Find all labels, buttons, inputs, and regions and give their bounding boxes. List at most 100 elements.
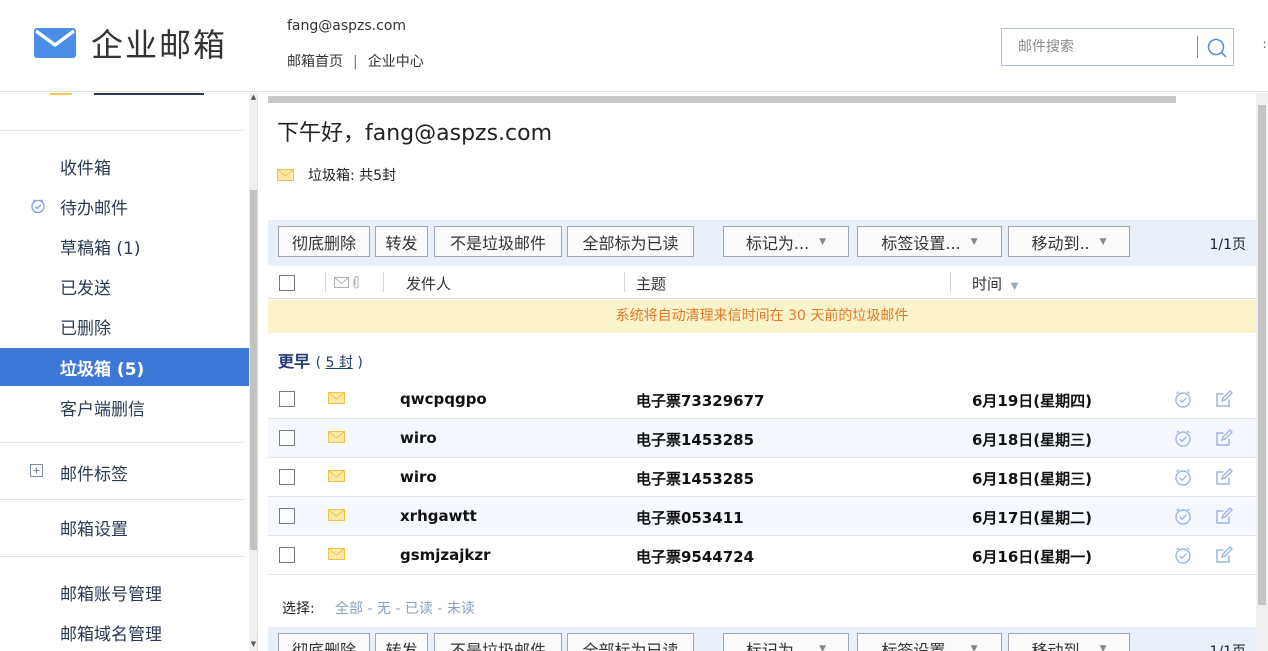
sidebar-item-account-management[interactable]: 邮箱账号管理 [0, 573, 249, 611]
header: 企业邮箱 fang@aspzs.com 邮箱首页 | 企业中心 ∶ [0, 0, 1268, 92]
envelope-icon [328, 470, 345, 482]
sidebar-divider [0, 556, 245, 557]
table-row[interactable]: gsmjzajkzr 电子票9544724 6月16日(星期一) [268, 536, 1256, 575]
contacts-icon [50, 93, 204, 95]
row-checkbox[interactable] [279, 508, 295, 524]
table-row[interactable]: wiro 电子票1453285 6月18日(星期三) [268, 458, 1256, 497]
row-time: 6月18日(星期三) [972, 431, 1093, 449]
row-checkbox[interactable] [279, 547, 295, 563]
sidebar-item-mail-tags[interactable]: 邮件标签 [0, 453, 249, 491]
folder-summary-text: 垃圾箱: 共5封 [308, 168, 397, 184]
todo-reminder-icon[interactable] [1173, 428, 1193, 448]
row-time: 6月19日(星期四) [972, 392, 1093, 410]
row-checkbox[interactable] [279, 469, 295, 485]
mark-all-read-button[interactable]: 全部标为已读 [567, 633, 694, 651]
edit-note-icon[interactable] [1214, 467, 1234, 487]
edit-note-icon[interactable] [1214, 545, 1234, 565]
column-separator [950, 272, 951, 292]
table-row[interactable]: qwcpqgpo 电子票73329677 6月19日(星期四) [268, 380, 1256, 419]
not-spam-button[interactable]: 不是垃圾邮件 [434, 633, 562, 651]
group-count-link[interactable]: 5 封 [326, 355, 353, 371]
table-row[interactable]: wiro 电子票1453285 6月18日(星期三) [268, 419, 1256, 458]
chevron-down-icon: ▼ [1099, 643, 1107, 651]
chevron-down-icon: ▼ [970, 236, 978, 247]
row-checkbox[interactable] [279, 430, 295, 446]
sidebar-item-label: 邮箱设置 [60, 519, 128, 540]
delete-permanently-button[interactable]: 彻底删除 [278, 633, 370, 651]
not-spam-button[interactable]: 不是垃圾邮件 [434, 226, 562, 257]
row-sender: wiro [400, 468, 437, 486]
mark-as-dropdown[interactable]: 标记为... ▼ [723, 633, 849, 651]
sidebar-item-domain-management[interactable]: 邮箱域名管理 [0, 613, 249, 651]
sidebar-item-label: 邮箱账号管理 [60, 584, 162, 605]
select-read-link[interactable]: 已读 [405, 601, 433, 617]
page-info: 1/1页 [1209, 641, 1246, 651]
select-all-link[interactable]: 全部 [335, 601, 363, 617]
column-separator [624, 272, 625, 292]
group-label: 更早 [278, 352, 311, 371]
sidebar-divider [0, 442, 245, 443]
row-subject: 电子票1453285 [636, 470, 755, 488]
mark-all-read-button[interactable]: 全部标为已读 [567, 226, 694, 257]
todo-reminder-icon[interactable] [1173, 467, 1193, 487]
mark-as-dropdown[interactable]: 标记为... ▼ [723, 226, 849, 257]
sidebar-scroll-thumb[interactable] [250, 190, 257, 550]
read-status-column-icon [334, 276, 359, 289]
move-to-dropdown[interactable]: 移动到.. ▼ [1008, 226, 1130, 257]
sidebar-divider [0, 130, 245, 131]
main-scroll-thumb[interactable] [1258, 105, 1266, 605]
mail-logo-icon [34, 28, 76, 58]
sidebar-item-sent[interactable]: 已发送 [0, 267, 249, 305]
search-input[interactable] [1018, 37, 1188, 57]
sidebar-item-mail-settings[interactable]: 邮箱设置 [0, 508, 249, 546]
delete-permanently-button[interactable]: 彻底删除 [278, 226, 370, 257]
sidebar-item-drafts[interactable]: 草稿箱 (1) [0, 227, 249, 265]
greeting: 下午好，fang@aspzs.com [277, 121, 553, 146]
move-to-dropdown[interactable]: 移动到.. ▼ [1008, 633, 1130, 651]
chevron-down-icon: ▼ [970, 643, 978, 651]
todo-reminder-icon[interactable] [1173, 506, 1193, 526]
envelope-icon [277, 169, 294, 181]
forward-button[interactable]: 转发 [375, 633, 428, 651]
scroll-up-arrow[interactable]: ▲ [249, 93, 257, 102]
sidebar-item-deleted[interactable]: 已删除 [0, 307, 249, 345]
edit-note-icon[interactable] [1214, 389, 1234, 409]
edit-note-icon[interactable] [1214, 506, 1234, 526]
column-sender[interactable]: 发件人 [406, 273, 451, 294]
table-row[interactable]: xrhgawtt 电子票053411 6月17日(星期二) [268, 497, 1256, 536]
row-sender: qwcpqgpo [400, 390, 487, 408]
sidebar-item-todo[interactable]: 待办邮件 [0, 187, 249, 225]
select-unread-link[interactable]: 未读 [447, 601, 475, 617]
sidebar-item-label: 收件箱 [60, 158, 111, 179]
select-separator: - [390, 601, 405, 617]
tag-settings-dropdown[interactable]: 标签设置... ▼ [857, 226, 1002, 257]
sidebar-item-inbox[interactable]: 收件箱 [0, 147, 249, 185]
link-enterprise-center[interactable]: 企业中心 [368, 54, 424, 70]
todo-reminder-icon[interactable] [1173, 545, 1193, 565]
edit-note-icon[interactable] [1214, 428, 1234, 448]
sidebar-item-client-deleted[interactable]: 客户端删信 [0, 388, 249, 426]
select-none-link[interactable]: 无 [377, 601, 391, 617]
logo[interactable]: 企业邮箱 [33, 20, 227, 66]
sidebar: 收件箱 待办邮件 草稿箱 (1) 已发送 已删除 垃圾箱 (5) 客户端删信 邮… [0, 93, 258, 651]
todo-reminder-icon[interactable] [1173, 389, 1193, 409]
column-time[interactable]: 时间 ▼ [972, 273, 1019, 294]
row-checkbox[interactable] [279, 391, 295, 407]
column-separator [383, 272, 384, 292]
scroll-down-arrow[interactable]: ▼ [249, 640, 257, 649]
select-options: 全部 - 无 - 已读 - 未读 [335, 598, 475, 618]
link-mailbox-home[interactable]: 邮箱首页 [287, 54, 343, 70]
sidebar-scrollbar[interactable]: ▲ ▼ [249, 93, 257, 651]
column-subject[interactable]: 主题 [636, 273, 666, 294]
group-earlier: 更早 ( 5 封 ) [278, 348, 363, 372]
list-header: 发件人 主题 时间 ▼ [268, 266, 1256, 299]
tag-settings-dropdown[interactable]: 标签设置... ▼ [857, 633, 1002, 651]
select-all-checkbox[interactable] [279, 275, 295, 291]
sidebar-item-spam[interactable]: 垃圾箱 (5) [0, 348, 249, 386]
main-scrollbar[interactable] [1256, 93, 1268, 651]
row-sender: xrhgawtt [400, 507, 477, 525]
search-icon[interactable] [1206, 37, 1228, 59]
top-scroll-bar [268, 96, 1176, 103]
user-email: fang@aspzs.com [287, 18, 407, 34]
forward-button[interactable]: 转发 [375, 226, 428, 257]
